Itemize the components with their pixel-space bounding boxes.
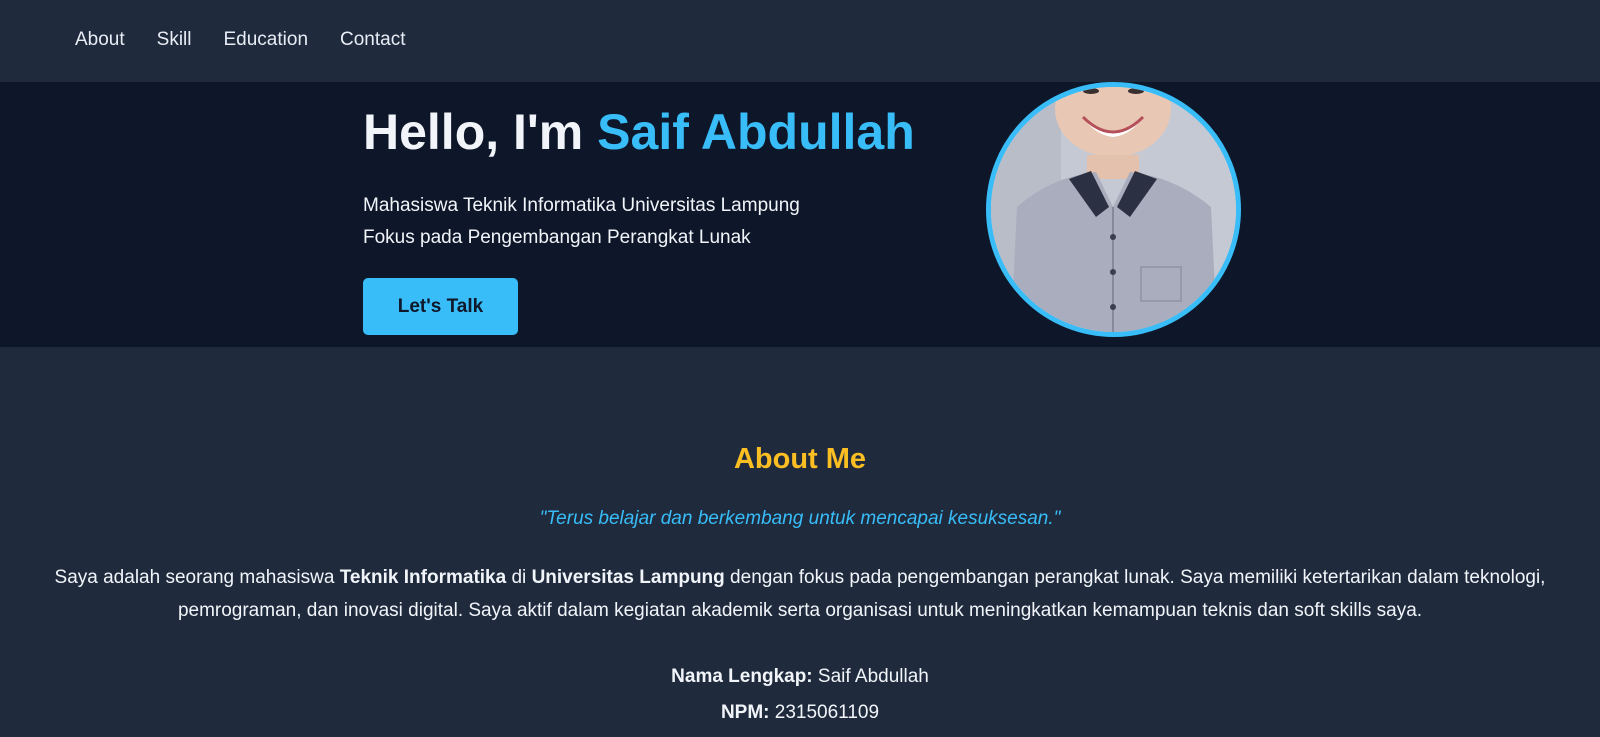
full-name-label: Nama Lengkap: — [671, 666, 813, 687]
bio-text-2: di — [506, 567, 532, 588]
nav-link-skill[interactable]: Skill — [157, 29, 192, 50]
nav-link-education[interactable]: Education — [224, 29, 309, 50]
bio-bold-university: Universitas Lampung — [531, 567, 725, 588]
npm-label: NPM: — [720, 702, 770, 723]
profile-photo-illustration — [991, 87, 1236, 332]
nav-list: About Skill Education Contact — [75, 29, 406, 51]
about-section: About Me "Terus belajar dan berkembang u… — [0, 347, 1600, 737]
hero-subtitle: Mahasiswa Teknik Informatika Universitas… — [363, 190, 800, 254]
about-quote: "Terus belajar dan berkembang untuk menc… — [539, 508, 1061, 529]
nav-link-contact[interactable]: Contact — [340, 29, 405, 50]
hero-greeting: Hello, I'm — [363, 104, 598, 160]
nav-link-about[interactable]: About — [75, 29, 125, 50]
navbar: About Skill Education Contact — [0, 0, 1600, 82]
hero-subtitle-line2: Fokus pada Pengembangan Perangkat Lunak — [363, 227, 751, 248]
nav-item-about: About — [75, 29, 125, 51]
nav-item-contact: Contact — [340, 29, 405, 51]
profile-photo — [986, 82, 1241, 337]
hero-subtitle-line1: Mahasiswa Teknik Informatika Universitas… — [363, 195, 800, 216]
hero-title: Hello, I'm Saif Abdullah — [363, 103, 915, 161]
full-name-value: Saif Abdullah — [812, 666, 929, 687]
detail-full-name: Nama Lengkap: Saif Abdullah — [0, 665, 1600, 689]
nav-item-skill: Skill — [157, 29, 192, 51]
about-bio: Saya adalah seorang mahasiswa Teknik Inf… — [40, 561, 1560, 627]
npm-value: 2315061109 — [769, 702, 880, 723]
hero-section: Hello, I'm Saif Abdullah Mahasiswa Tekni… — [0, 82, 1600, 347]
about-title: About Me — [733, 443, 867, 475]
nav-item-education: Education — [224, 29, 309, 51]
lets-talk-button[interactable]: Let's Talk — [363, 278, 518, 335]
hero-name: Saif Abdullah — [597, 104, 915, 160]
bio-bold-program: Teknik Informatika — [339, 567, 507, 588]
bio-text-1: Saya adalah seorang mahasiswa — [54, 567, 340, 588]
detail-npm: NPM: 2315061109 — [0, 701, 1600, 725]
